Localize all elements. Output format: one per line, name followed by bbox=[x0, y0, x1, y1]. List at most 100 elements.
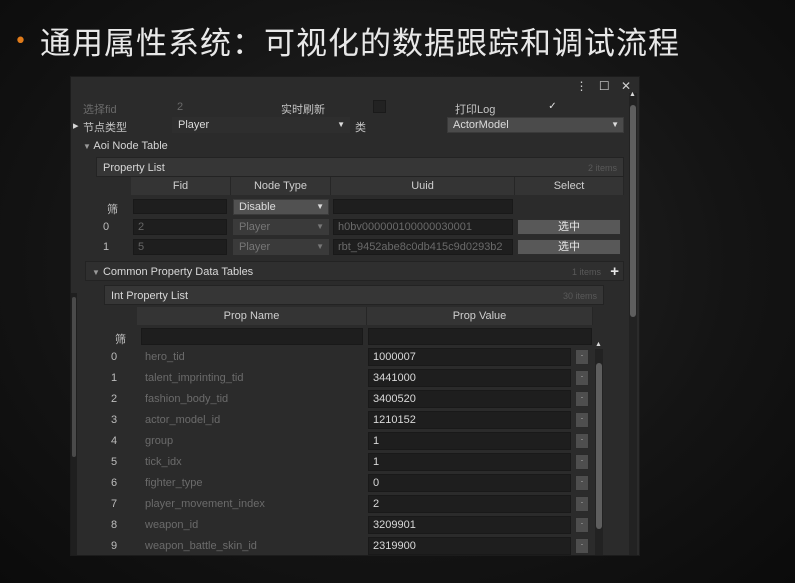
prop-action-button[interactable]: . bbox=[575, 517, 589, 533]
prop-row-index: 5 bbox=[111, 456, 118, 468]
chevron-down-icon: ▼ bbox=[337, 120, 345, 129]
prop-action-button[interactable]: . bbox=[575, 391, 589, 407]
aoi-table-foldout[interactable]: ▼ Aoi Node Table bbox=[83, 137, 168, 155]
property-list-count: 2 items bbox=[587, 163, 617, 173]
common-tables-header[interactable]: ▼ Common Property Data Tables 1 items + bbox=[85, 261, 624, 281]
prop-name-filter-input[interactable] bbox=[141, 328, 363, 345]
property-list-header: Property List 2 items bbox=[96, 157, 624, 177]
prop-action-button[interactable]: . bbox=[575, 454, 589, 470]
fid-field[interactable]: 2 bbox=[133, 219, 227, 235]
node-type-dropdown[interactable]: Player ▼ bbox=[172, 117, 350, 133]
class-dropdown[interactable]: ActorModel ▼ bbox=[447, 117, 624, 133]
prop-name: hero_tid bbox=[145, 351, 185, 363]
column-header-fid[interactable]: Fid bbox=[131, 177, 231, 195]
uuid-field[interactable]: h0bv000000100000030001 bbox=[333, 219, 513, 235]
prop-value-field[interactable]: 2 bbox=[368, 495, 571, 513]
prop-name: player_movement_index bbox=[145, 498, 265, 510]
prop-value-filter-input[interactable] bbox=[368, 328, 592, 345]
column-header-node-type[interactable]: Node Type bbox=[231, 177, 331, 195]
panel-scroll-up-icon[interactable]: ▲ bbox=[629, 91, 636, 98]
prop-action-button[interactable]: . bbox=[575, 433, 589, 449]
select-fid-input[interactable]: 2 bbox=[177, 101, 183, 113]
column-header-select[interactable]: Select bbox=[515, 177, 624, 195]
node-type-field[interactable]: Player ▼ bbox=[233, 219, 329, 235]
prop-action-button[interactable]: . bbox=[575, 349, 589, 365]
prop-row-index: 1 bbox=[111, 372, 118, 384]
log-checkbox[interactable]: ✓ bbox=[546, 100, 559, 113]
foldout-arrow-icon: ▼ bbox=[92, 268, 100, 277]
prop-value-field[interactable]: 0 bbox=[368, 474, 571, 492]
prop-value-field[interactable]: 1 bbox=[368, 453, 571, 471]
node-type-label: 节点类型 bbox=[83, 122, 127, 134]
common-tables-count: 1 items bbox=[571, 267, 601, 277]
class-label: 类 bbox=[355, 122, 366, 134]
column-header-uuid[interactable]: Uuid bbox=[331, 177, 515, 195]
prop-action-button[interactable]: . bbox=[575, 496, 589, 512]
row-index: 0 bbox=[103, 221, 110, 233]
node-type-filter-dropdown[interactable]: Disable ▼ bbox=[233, 199, 329, 215]
chevron-down-icon: ▼ bbox=[316, 242, 324, 251]
int-list-scroll-thumb[interactable] bbox=[596, 363, 602, 529]
int-property-list-header: Int Property List 30 items bbox=[104, 285, 604, 305]
class-value: ActorModel bbox=[453, 119, 509, 131]
prop-row-index: 8 bbox=[111, 519, 118, 531]
foldout-arrow-icon: ▼ bbox=[83, 142, 91, 151]
int-property-list-title: Int Property List bbox=[111, 290, 189, 302]
prop-filter-label: 筛 bbox=[115, 334, 126, 346]
prop-row-index: 3 bbox=[111, 414, 118, 426]
prop-value-field[interactable]: 3209901 bbox=[368, 516, 571, 534]
log-label: 打印Log bbox=[455, 104, 496, 116]
prop-value-field[interactable]: 3400520 bbox=[368, 390, 571, 408]
aoi-table-title: Aoi Node Table bbox=[93, 140, 168, 152]
prop-row-index: 7 bbox=[111, 498, 118, 510]
prop-name: fighter_type bbox=[145, 477, 203, 489]
node-type-field-value: Player bbox=[239, 221, 271, 233]
prop-row-index: 2 bbox=[111, 393, 118, 405]
column-header-prop-name[interactable]: Prop Name bbox=[137, 307, 367, 325]
refresh-checkbox[interactable] bbox=[373, 100, 386, 113]
node-type-field[interactable]: Player ▼ bbox=[233, 239, 329, 255]
prop-value-field[interactable]: 2319900 bbox=[368, 537, 571, 555]
select-fid-label: 选择fid bbox=[83, 104, 117, 116]
prop-name: weapon_id bbox=[145, 519, 199, 531]
prop-name: weapon_battle_skin_id bbox=[145, 540, 257, 552]
prop-value-field[interactable]: 3441000 bbox=[368, 369, 571, 387]
node-type-value: Player bbox=[178, 119, 210, 131]
prop-name: actor_model_id bbox=[145, 414, 221, 426]
column-header-prop-value[interactable]: Prop Value bbox=[367, 307, 593, 325]
window-controls[interactable]: ⋮ ☐ ✕ bbox=[576, 79, 635, 93]
uuid-field[interactable]: rbt_9452abe8c0db415c9d0293b2 bbox=[333, 239, 513, 255]
prop-value-field[interactable]: 1 bbox=[368, 432, 571, 450]
chevron-down-icon: ▼ bbox=[316, 222, 324, 231]
prop-row-index: 9 bbox=[111, 540, 118, 552]
prop-name: group bbox=[145, 435, 174, 447]
filter-label: 筛 bbox=[107, 204, 118, 216]
prop-value-field[interactable]: 1210152 bbox=[368, 411, 571, 429]
prop-action-button[interactable]: . bbox=[575, 538, 589, 554]
int-property-list-count: 30 items bbox=[562, 291, 597, 301]
node-type-field-value: Player bbox=[239, 241, 271, 253]
fid-filter-input[interactable] bbox=[133, 199, 227, 214]
slide: • 通用属性系统：可视化的数据跟踪和调试流程 ⋮ ☐ ✕ 选择fid 2 实时刷新… bbox=[0, 0, 795, 583]
prop-row-index: 4 bbox=[111, 435, 118, 447]
slide-title: • 通用属性系统：可视化的数据跟踪和调试流程 bbox=[14, 18, 680, 63]
left-scroll-thumb[interactable] bbox=[72, 297, 76, 457]
prop-action-button[interactable]: . bbox=[575, 370, 589, 386]
add-icon[interactable]: + bbox=[610, 262, 619, 282]
slide-title-text: 通用属性系统：可视化的数据跟踪和调试流程 bbox=[39, 26, 680, 62]
node-type-marker: ▸ bbox=[73, 120, 79, 132]
scroll-up-icon[interactable]: ▲ bbox=[595, 341, 602, 348]
select-button[interactable]: 选中 bbox=[517, 239, 621, 255]
prop-action-button[interactable]: . bbox=[575, 412, 589, 428]
panel-scroll-thumb[interactable] bbox=[630, 105, 636, 317]
select-button[interactable]: 选中 bbox=[517, 219, 621, 235]
uuid-filter-input[interactable] bbox=[333, 199, 513, 214]
prop-value-field[interactable]: 1000007 bbox=[368, 348, 571, 366]
bullet-icon: • bbox=[14, 29, 28, 54]
row-index: 1 bbox=[103, 241, 110, 253]
fid-field[interactable]: 5 bbox=[133, 239, 227, 255]
prop-name: tick_idx bbox=[145, 456, 182, 468]
prop-name: fashion_body_tid bbox=[145, 393, 229, 405]
prop-action-button[interactable]: . bbox=[575, 475, 589, 491]
property-list-title: Property List bbox=[103, 162, 165, 174]
